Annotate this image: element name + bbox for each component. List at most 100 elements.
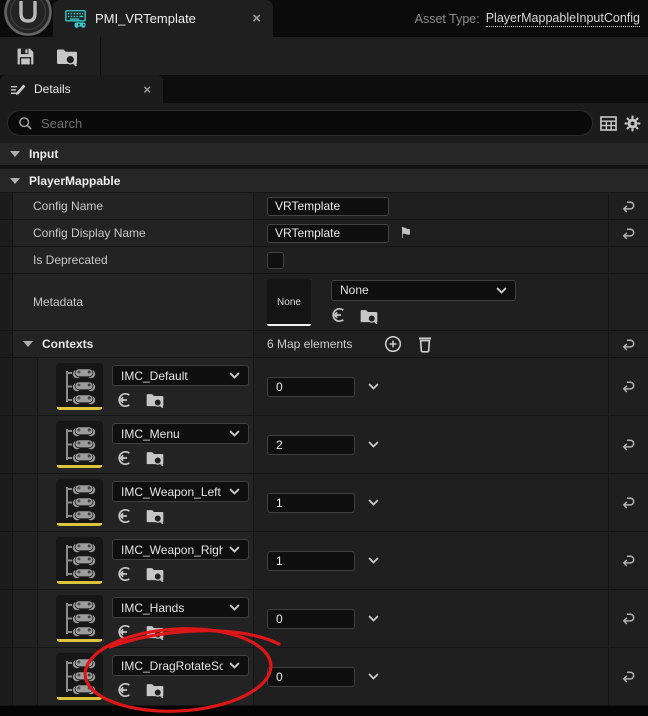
row-indent xyxy=(13,532,38,589)
priority-field[interactable]: 0 xyxy=(267,666,355,687)
input-mapping-context-thumbnail[interactable] xyxy=(56,595,103,642)
context-asset-dropdown[interactable]: IMC_Default xyxy=(112,365,249,386)
priority-field[interactable]: 1 xyxy=(267,550,355,571)
chevron-expanded-icon[interactable] xyxy=(10,151,20,157)
context-asset-dropdown[interactable]: IMC_Hands xyxy=(112,597,249,618)
priority-field[interactable]: 0 xyxy=(267,376,355,397)
priority-value: 1 xyxy=(276,495,283,510)
asset-tab[interactable]: PMI_VRTemplate × xyxy=(53,0,273,37)
input-mapping-context-thumbnail[interactable] xyxy=(56,421,103,468)
row-gutter xyxy=(0,193,13,219)
context-asset-dropdown[interactable]: IMC_DragRotateSca xyxy=(112,655,249,676)
priority-field[interactable]: 0 xyxy=(267,608,355,629)
config-display-name-field[interactable] xyxy=(267,223,389,243)
details-search-row xyxy=(0,103,648,143)
reset-to-default-icon[interactable] xyxy=(621,554,636,567)
asset-type-value[interactable]: PlayerMappableInputConfig xyxy=(485,11,640,27)
context-asset-dropdown[interactable]: IMC_Weapon_Left xyxy=(112,481,249,502)
input-mapping-context-thumbnail[interactable] xyxy=(56,363,103,410)
metadata-asset-thumbnail[interactable]: None xyxy=(267,278,311,326)
row-indent xyxy=(13,474,38,531)
folder-search-icon[interactable] xyxy=(145,390,165,409)
element-options-dropdown[interactable] xyxy=(368,673,379,680)
context-priority-cell: 2 xyxy=(254,416,608,473)
context-asset-buttons xyxy=(117,506,165,525)
use-selected-asset-icon[interactable] xyxy=(117,508,133,524)
details-settings-button[interactable] xyxy=(624,115,641,132)
add-element-icon[interactable] xyxy=(384,335,402,353)
reset-to-default-icon[interactable] xyxy=(621,200,636,213)
chevron-expanded-icon[interactable] xyxy=(23,341,33,347)
asset-type-indicator: Asset Type: PlayerMappableInputConfig xyxy=(415,0,640,37)
context-asset-name: IMC_Weapon_Right xyxy=(121,542,223,557)
priority-field[interactable]: 2 xyxy=(267,434,355,455)
is-deprecated-checkbox[interactable] xyxy=(267,251,284,269)
element-options-dropdown[interactable] xyxy=(368,499,379,506)
metadata-class-dropdown[interactable]: None xyxy=(331,279,516,301)
thumbnail-underline xyxy=(57,639,102,642)
reset-to-default-icon[interactable] xyxy=(621,338,636,351)
use-selected-asset-icon[interactable] xyxy=(117,566,133,582)
property-row-contexts: Contexts 6 Map elements xyxy=(0,331,648,358)
reset-to-default-icon[interactable] xyxy=(621,227,636,240)
browse-to-asset-button[interactable] xyxy=(54,43,80,69)
context-asset-dropdown[interactable]: IMC_Menu xyxy=(112,423,249,444)
property-row-config-display-name: Config Display Name ⚑ xyxy=(0,220,648,247)
details-tab-label: Details xyxy=(34,82,71,96)
use-selected-asset-icon[interactable] xyxy=(117,392,133,408)
input-mapping-context-thumbnail[interactable] xyxy=(56,537,103,584)
input-mapping-context-thumbnail[interactable] xyxy=(56,479,103,526)
use-selected-asset-icon[interactable] xyxy=(331,307,347,323)
reset-to-default-icon[interactable] xyxy=(621,496,636,509)
row-gutter xyxy=(0,331,13,357)
element-options-dropdown[interactable] xyxy=(368,441,379,448)
unreal-engine-logo-icon[interactable] xyxy=(2,0,54,38)
element-options-dropdown[interactable] xyxy=(368,557,379,564)
empty-map-trash-icon[interactable] xyxy=(417,335,433,353)
is-deprecated-value-cell xyxy=(254,247,608,273)
input-mapping-context-thumbnail[interactable] xyxy=(56,653,103,700)
details-tab[interactable]: Details × xyxy=(0,75,163,103)
search-box[interactable] xyxy=(7,110,593,136)
folder-search-icon[interactable] xyxy=(145,506,165,525)
thumbnail-underline xyxy=(57,523,102,526)
details-tab-close-icon[interactable]: × xyxy=(143,83,151,96)
display-filter-button[interactable] xyxy=(600,116,617,131)
config-name-field[interactable] xyxy=(267,196,389,216)
localize-flag-icon[interactable]: ⚑ xyxy=(399,226,412,241)
reset-to-default-icon[interactable] xyxy=(621,612,636,625)
contexts-header[interactable]: Contexts xyxy=(13,331,254,357)
folder-search-icon[interactable] xyxy=(145,680,165,699)
contexts-map-count: 6 Map elements xyxy=(267,337,353,351)
reset-to-default-icon[interactable] xyxy=(621,670,636,683)
reset-to-default-icon[interactable] xyxy=(621,438,636,451)
folder-search-icon[interactable] xyxy=(145,448,165,467)
folder-search-icon[interactable] xyxy=(359,306,379,325)
use-selected-asset-icon[interactable] xyxy=(117,682,133,698)
gamepad-stack-icon xyxy=(56,363,103,410)
chevron-expanded-icon[interactable] xyxy=(10,177,20,184)
category-input-label: Input xyxy=(29,147,59,161)
save-button[interactable] xyxy=(12,43,38,69)
use-selected-asset-icon[interactable] xyxy=(117,450,133,466)
chevron-down-icon xyxy=(368,383,379,390)
asset-tab-close-icon[interactable]: × xyxy=(252,11,261,26)
context-row-imc-weapon-right: IMC_Weapon_Right 1 xyxy=(0,532,648,590)
category-player-mappable[interactable]: PlayerMappable xyxy=(0,169,648,193)
category-input[interactable]: Input xyxy=(0,143,648,165)
chevron-down-icon xyxy=(229,430,240,437)
element-options-dropdown[interactable] xyxy=(368,383,379,390)
context-priority-cell: 1 xyxy=(254,532,608,589)
use-selected-asset-icon[interactable] xyxy=(117,624,133,640)
search-input[interactable] xyxy=(41,115,582,131)
folder-search-icon[interactable] xyxy=(145,622,165,641)
context-asset-dropdown[interactable]: IMC_Weapon_Right xyxy=(112,539,249,560)
toolbar-separator xyxy=(100,37,101,75)
category-player-mappable-label: PlayerMappable xyxy=(29,173,121,188)
is-deprecated-label: Is Deprecated xyxy=(13,247,254,273)
priority-field[interactable]: 1 xyxy=(267,492,355,513)
chevron-down-icon xyxy=(368,499,379,506)
folder-search-icon[interactable] xyxy=(145,564,165,583)
reset-to-default-icon[interactable] xyxy=(621,380,636,393)
element-options-dropdown[interactable] xyxy=(368,615,379,622)
